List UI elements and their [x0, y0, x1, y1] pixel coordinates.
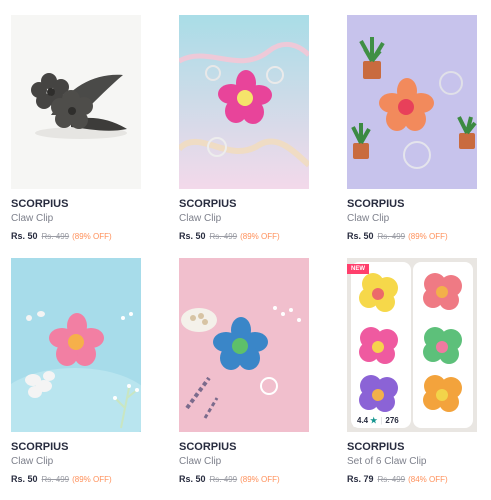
product-name: Claw Clip: [11, 213, 54, 224]
product-card[interactable]: SCORPIUS Claw Clip Rs. 50 Rs. 499 (89% OFF…: [347, 15, 477, 241]
product-price-row: Rs. 50 Rs. 499 (89% OFF): [11, 231, 141, 241]
product-name: Claw Clip: [179, 456, 222, 467]
product-name: Claw Clip: [179, 213, 222, 224]
product-mrp: Rs. 499: [377, 232, 406, 241]
product-brand: SCORPIUS: [179, 198, 237, 210]
product-mrp: Rs. 499: [209, 475, 238, 484]
product-image[interactable]: [347, 15, 477, 189]
product-brand: SCORPIUS: [179, 441, 237, 453]
product-price: Rs. 50: [347, 231, 374, 241]
rating-divider: |: [380, 416, 383, 425]
product-card[interactable]: SCORPIUS Claw Clip Rs. 50 Rs. 499 (89% OFF…: [179, 258, 309, 484]
product-price: Rs. 50: [11, 231, 38, 241]
product-mrp: Rs. 499: [41, 232, 70, 241]
product-name: Claw Clip: [11, 456, 54, 467]
product-image[interactable]: [11, 15, 141, 189]
product-price-row: Rs. 79 Rs. 499 (84% OFF): [347, 474, 477, 484]
product-name: Set of 6 Claw Clip: [347, 456, 427, 467]
product-discount: (89% OFF): [72, 232, 112, 241]
product-image[interactable]: [179, 15, 309, 189]
new-badge: NEW: [347, 264, 369, 274]
rating-count: 276: [385, 416, 399, 425]
product-price-row: Rs. 50 Rs. 499 (89% OFF): [347, 231, 477, 241]
product-card[interactable]: SCORPIUS Claw Clip Rs. 50 Rs. 499 (89% OFF…: [179, 15, 309, 241]
product-name: Claw Clip: [347, 213, 390, 224]
product-discount: (89% OFF): [72, 475, 112, 484]
product-card[interactable]: SCORPIUS Claw Clip Rs. 50 Rs. 499 (89% OFF…: [11, 258, 141, 484]
product-brand: SCORPIUS: [347, 441, 405, 453]
product-discount: (84% OFF): [408, 475, 448, 484]
product-price: Rs. 50: [11, 474, 38, 484]
product-mrp: Rs. 499: [209, 232, 238, 241]
product-image[interactable]: NEW 4.4 ★ | 276: [347, 258, 477, 432]
product-price-row: Rs. 50 Rs. 499 (89% OFF): [179, 474, 309, 484]
product-brand: SCORPIUS: [11, 198, 69, 210]
product-price-row: Rs. 50 Rs. 499 (89% OFF): [11, 474, 141, 484]
star-icon: ★: [370, 416, 378, 425]
product-discount: (89% OFF): [240, 475, 280, 484]
product-price-row: Rs. 50 Rs. 499 (89% OFF): [179, 231, 309, 241]
product-image[interactable]: [11, 258, 141, 432]
product-mrp: Rs. 499: [41, 475, 70, 484]
product-price: Rs. 79: [347, 474, 374, 484]
product-brand: SCORPIUS: [347, 198, 405, 210]
product-mrp: Rs. 499: [377, 475, 406, 484]
product-card[interactable]: SCORPIUS Claw Clip Rs. 50 Rs. 499 (89% OFF…: [11, 15, 141, 241]
product-discount: (89% OFF): [240, 232, 280, 241]
product-price: Rs. 50: [179, 474, 206, 484]
product-price: Rs. 50: [179, 231, 206, 241]
product-brand: SCORPIUS: [11, 441, 69, 453]
product-grid: SCORPIUS Claw Clip Rs. 50 Rs. 499 (89% OFF…: [0, 0, 491, 500]
rating-value: 4.4: [357, 416, 369, 425]
product-image[interactable]: [179, 258, 309, 432]
product-card[interactable]: NEW 4.4 ★ | 276 SCORPIUS Set of 6 Claw C…: [347, 258, 477, 484]
product-discount: (89% OFF): [408, 232, 448, 241]
rating-badge: 4.4 ★ | 276: [353, 414, 403, 427]
